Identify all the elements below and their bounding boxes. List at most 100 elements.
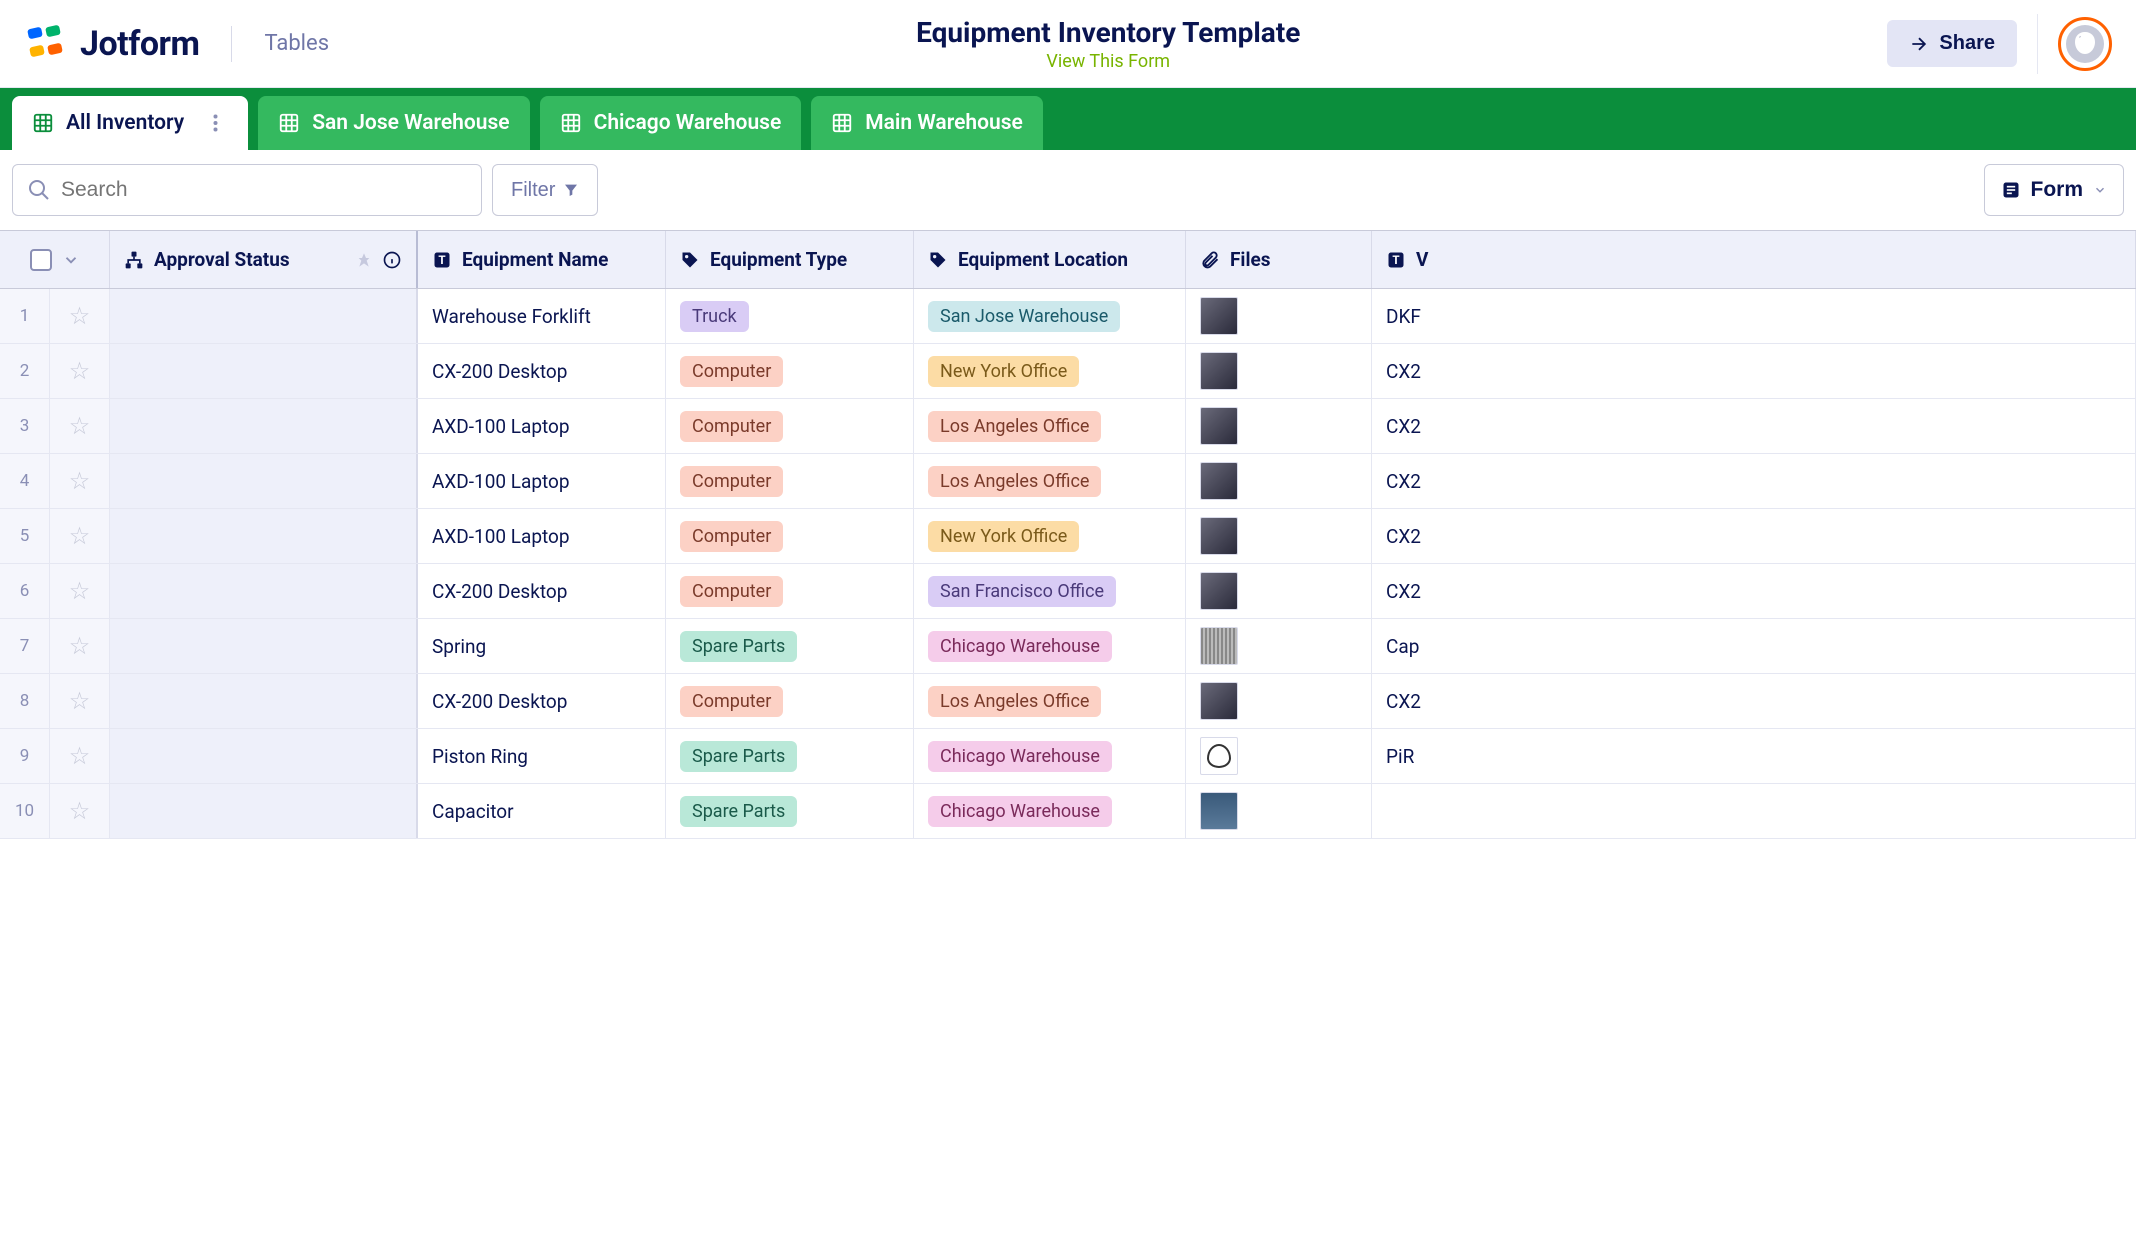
cell-type[interactable]: Truck [666, 289, 914, 343]
pin-icon[interactable] [356, 252, 372, 268]
table-row[interactable]: 4 ☆ AXD-100 Laptop Computer Los Angeles … [0, 454, 2136, 509]
row-star[interactable]: ☆ [50, 509, 110, 563]
table-row[interactable]: 8 ☆ CX-200 Desktop Computer Los Angeles … [0, 674, 2136, 729]
cell-approval[interactable] [110, 674, 418, 728]
cell-approval[interactable] [110, 729, 418, 783]
cell-approval[interactable] [110, 399, 418, 453]
cell-vendor[interactable]: CX2 [1372, 564, 2136, 618]
row-star[interactable]: ☆ [50, 729, 110, 783]
cell-location[interactable]: Chicago Warehouse [914, 619, 1186, 673]
cell-location[interactable]: Chicago Warehouse [914, 784, 1186, 838]
row-star[interactable]: ☆ [50, 674, 110, 728]
cell-name[interactable]: AXD-100 Laptop [418, 399, 666, 453]
cell-type[interactable]: Computer [666, 344, 914, 398]
cell-approval[interactable] [110, 289, 418, 343]
row-star[interactable]: ☆ [50, 564, 110, 618]
cell-vendor[interactable]: Cap [1372, 619, 2136, 673]
row-star[interactable]: ☆ [50, 399, 110, 453]
cell-location[interactable]: San Jose Warehouse [914, 289, 1186, 343]
table-row[interactable]: 6 ☆ CX-200 Desktop Computer San Francisc… [0, 564, 2136, 619]
table-row[interactable]: 1 ☆ Warehouse Forklift Truck San Jose Wa… [0, 289, 2136, 344]
table-row[interactable]: 3 ☆ AXD-100 Laptop Computer Los Angeles … [0, 399, 2136, 454]
column-files[interactable]: Files [1186, 231, 1372, 288]
cell-files[interactable] [1186, 564, 1372, 618]
tab-more-button[interactable] [202, 110, 228, 136]
cell-files[interactable] [1186, 454, 1372, 508]
cell-vendor[interactable]: CX2 [1372, 454, 2136, 508]
cell-approval[interactable] [110, 784, 418, 838]
avatar[interactable] [2058, 17, 2112, 71]
row-star[interactable]: ☆ [50, 784, 110, 838]
table-row[interactable]: 7 ☆ Spring Spare Parts Chicago Warehouse… [0, 619, 2136, 674]
tab-chicago-warehouse[interactable]: Chicago Warehouse [540, 96, 802, 150]
table-row[interactable]: 2 ☆ CX-200 Desktop Computer New York Off… [0, 344, 2136, 399]
cell-type[interactable]: Computer [666, 564, 914, 618]
tab-all-inventory[interactable]: All Inventory [12, 96, 248, 150]
cell-name[interactable]: Warehouse Forklift [418, 289, 666, 343]
column-approval[interactable]: Approval Status [110, 231, 418, 288]
search-input[interactable] [61, 178, 467, 202]
cell-location[interactable]: Los Angeles Office [914, 674, 1186, 728]
row-star[interactable]: ☆ [50, 289, 110, 343]
cell-vendor[interactable]: DKF [1372, 289, 2136, 343]
cell-approval[interactable] [110, 564, 418, 618]
cell-location[interactable]: Los Angeles Office [914, 399, 1186, 453]
cell-type[interactable]: Spare Parts [666, 619, 914, 673]
table-row[interactable]: 9 ☆ Piston Ring Spare Parts Chicago Ware… [0, 729, 2136, 784]
cell-vendor[interactable]: CX2 [1372, 399, 2136, 453]
column-name[interactable]: T Equipment Name [418, 231, 666, 288]
cell-name[interactable]: Piston Ring [418, 729, 666, 783]
cell-location[interactable]: New York Office [914, 344, 1186, 398]
cell-name[interactable]: Capacitor [418, 784, 666, 838]
cell-approval[interactable] [110, 344, 418, 398]
row-star[interactable]: ☆ [50, 454, 110, 508]
cell-type[interactable]: Computer [666, 454, 914, 508]
cell-approval[interactable] [110, 619, 418, 673]
row-star[interactable]: ☆ [50, 619, 110, 673]
cell-approval[interactable] [110, 454, 418, 508]
cell-files[interactable] [1186, 784, 1372, 838]
cell-vendor[interactable]: CX2 [1372, 674, 2136, 728]
form-button[interactable]: Form [1984, 164, 2125, 216]
info-icon[interactable] [382, 250, 402, 270]
cell-name[interactable]: AXD-100 Laptop [418, 454, 666, 508]
cell-location[interactable]: San Francisco Office [914, 564, 1186, 618]
cell-files[interactable] [1186, 509, 1372, 563]
row-star[interactable]: ☆ [50, 344, 110, 398]
cell-name[interactable]: CX-200 Desktop [418, 674, 666, 728]
cell-vendor[interactable]: CX2 [1372, 509, 2136, 563]
cell-approval[interactable] [110, 509, 418, 563]
cell-type[interactable]: Spare Parts [666, 729, 914, 783]
column-location[interactable]: Equipment Location [914, 231, 1186, 288]
select-all-checkbox[interactable] [30, 249, 52, 271]
tab-san-jose-warehouse[interactable]: San Jose Warehouse [258, 96, 529, 150]
cell-type[interactable]: Computer [666, 509, 914, 563]
table-row[interactable]: 10 ☆ Capacitor Spare Parts Chicago Wareh… [0, 784, 2136, 839]
select-all-header[interactable] [0, 231, 110, 288]
cell-location[interactable]: Los Angeles Office [914, 454, 1186, 508]
table-row[interactable]: 5 ☆ AXD-100 Laptop Computer New York Off… [0, 509, 2136, 564]
cell-name[interactable]: CX-200 Desktop [418, 344, 666, 398]
cell-files[interactable] [1186, 289, 1372, 343]
cell-files[interactable] [1186, 674, 1372, 728]
cell-name[interactable]: CX-200 Desktop [418, 564, 666, 618]
tab-main-warehouse[interactable]: Main Warehouse [811, 96, 1043, 150]
cell-vendor[interactable] [1372, 784, 2136, 838]
cell-type[interactable]: Computer [666, 399, 914, 453]
cell-name[interactable]: AXD-100 Laptop [418, 509, 666, 563]
column-type[interactable]: Equipment Type [666, 231, 914, 288]
cell-name[interactable]: Spring [418, 619, 666, 673]
search-box[interactable] [12, 164, 482, 216]
cell-type[interactable]: Spare Parts [666, 784, 914, 838]
chevron-down-icon[interactable] [62, 251, 80, 269]
filter-button[interactable]: Filter [492, 164, 598, 216]
share-button[interactable]: Share [1887, 20, 2017, 67]
cell-vendor[interactable]: PiR [1372, 729, 2136, 783]
column-vendor[interactable]: T V [1372, 231, 2136, 288]
cell-files[interactable] [1186, 399, 1372, 453]
cell-files[interactable] [1186, 729, 1372, 783]
cell-location[interactable]: Chicago Warehouse [914, 729, 1186, 783]
cell-location[interactable]: New York Office [914, 509, 1186, 563]
cell-vendor[interactable]: CX2 [1372, 344, 2136, 398]
cell-files[interactable] [1186, 344, 1372, 398]
